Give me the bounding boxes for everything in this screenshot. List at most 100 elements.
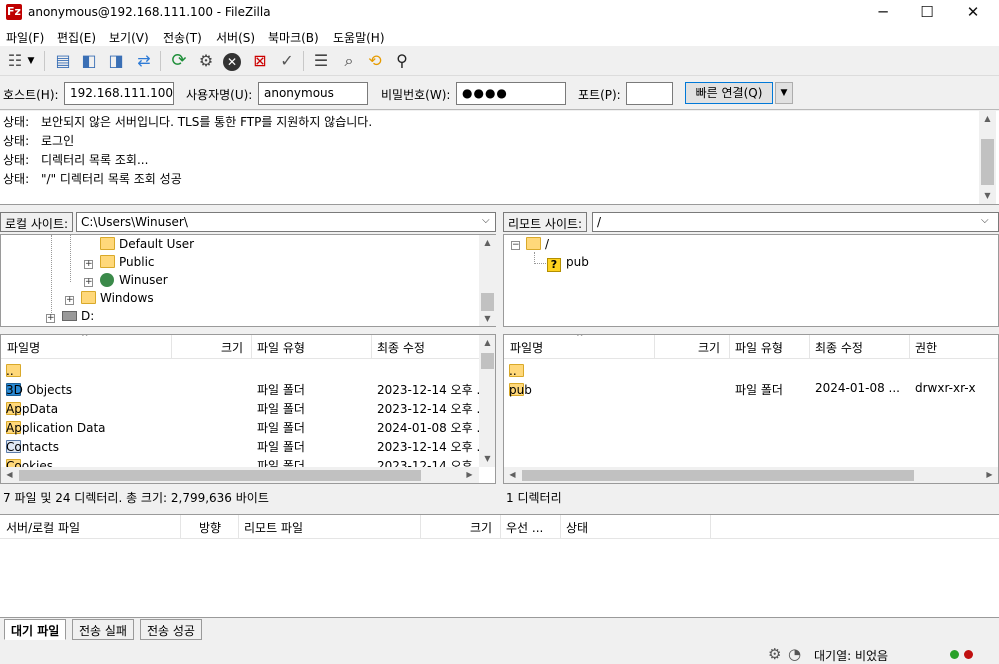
expand-icon[interactable]: + bbox=[84, 260, 93, 269]
tree-item[interactable]: Default User bbox=[100, 237, 194, 251]
column-direction[interactable]: 방향 bbox=[199, 519, 221, 536]
search-icon[interactable]: ⚲ bbox=[391, 50, 413, 72]
menu-help[interactable]: 도움말(H) bbox=[333, 29, 385, 46]
menu-server[interactable]: 서버(S) bbox=[216, 29, 255, 46]
local-list-vscrollbar[interactable]: ▲ ▼ bbox=[479, 335, 495, 467]
folder-icon bbox=[526, 237, 541, 250]
file-row[interactable]: .. bbox=[1, 360, 479, 379]
file-row[interactable]: 3D Objects 파일 폴더 2023-12-14 오후 ... bbox=[1, 379, 488, 398]
column-priority[interactable]: 우선 ... bbox=[506, 519, 543, 536]
tree-item[interactable]: Windows bbox=[81, 291, 154, 305]
scroll-down-icon[interactable]: ▼ bbox=[479, 311, 496, 327]
port-input[interactable] bbox=[626, 82, 673, 105]
column-type[interactable]: 파일 유형 bbox=[257, 339, 305, 356]
column-type[interactable]: 파일 유형 bbox=[735, 339, 783, 356]
chevron-down-icon[interactable]: ⌵ bbox=[981, 215, 989, 226]
scroll-down-icon[interactable]: ▼ bbox=[979, 188, 996, 204]
column-remote-file[interactable]: 리모트 파일 bbox=[244, 519, 303, 536]
collapse-icon[interactable]: − bbox=[511, 241, 520, 250]
minimize-button[interactable]: ─ bbox=[860, 0, 906, 26]
settings-gear-icon[interactable]: ⚙ bbox=[768, 645, 781, 663]
column-size[interactable]: 크기 bbox=[470, 519, 492, 536]
scroll-up-icon[interactable]: ▲ bbox=[479, 335, 495, 351]
scroll-right-icon[interactable]: ▶ bbox=[981, 467, 998, 483]
filter-icon[interactable]: ⚙ bbox=[195, 50, 217, 72]
maximize-button[interactable]: ☐ bbox=[904, 0, 950, 26]
scroll-left-icon[interactable]: ◀ bbox=[504, 467, 521, 483]
column-status[interactable]: 상태 bbox=[566, 519, 588, 536]
quickconnect-button[interactable]: 빠른 연결(Q) bbox=[685, 82, 773, 104]
expand-icon[interactable]: + bbox=[84, 278, 93, 287]
cancel-icon[interactable]: ✕ bbox=[221, 50, 243, 72]
local-directory-tree: Default User + Public + Winuser + Window… bbox=[0, 234, 496, 327]
column-modified[interactable]: 최종 수정 bbox=[815, 339, 863, 356]
column-size[interactable]: 크기 bbox=[698, 339, 720, 356]
directory-listing-filter-icon[interactable]: ☰ bbox=[310, 50, 332, 72]
compare-directories-icon[interactable]: ⌕ bbox=[338, 50, 360, 72]
tree-item[interactable]: ? pub bbox=[547, 255, 589, 272]
chevron-down-icon[interactable]: ⌵ bbox=[482, 215, 490, 226]
site-manager-dropdown-icon[interactable]: ▼ bbox=[24, 50, 38, 72]
menu-view[interactable]: 보기(V) bbox=[109, 29, 149, 46]
remote-directory-tree: − / ? pub bbox=[503, 234, 999, 327]
menu-edit[interactable]: 편집(E) bbox=[57, 29, 96, 46]
expand-icon[interactable]: + bbox=[65, 296, 74, 305]
log-scrollbar[interactable]: ▲ ▼ bbox=[979, 111, 996, 204]
scroll-left-icon[interactable]: ◀ bbox=[1, 467, 18, 483]
menu-file[interactable]: 파일(F) bbox=[6, 29, 44, 46]
tree-item[interactable]: Public bbox=[100, 255, 155, 269]
scroll-down-icon[interactable]: ▼ bbox=[479, 451, 495, 467]
host-input[interactable]: 192.168.111.100 bbox=[64, 82, 174, 105]
file-row[interactable]: pub 파일 폴더 2024-01-08 ... drwxr-xr-x bbox=[504, 379, 998, 398]
local-list-hscrollbar[interactable]: ◀ ▶ bbox=[1, 467, 479, 483]
column-size[interactable]: 크기 bbox=[221, 339, 243, 356]
toggle-queue-icon[interactable]: ⇄ bbox=[133, 50, 155, 72]
remote-list-hscrollbar[interactable]: ◀ ▶ bbox=[504, 467, 998, 483]
speed-limit-icon[interactable]: ◔ bbox=[788, 645, 801, 663]
local-tree-scrollbar[interactable]: ▲ ▼ bbox=[479, 235, 496, 326]
remote-site-path-input[interactable]: / bbox=[592, 212, 999, 232]
led-green-icon bbox=[950, 650, 959, 659]
file-row[interactable]: Contacts 파일 폴더 2023-12-14 오후 ... bbox=[1, 436, 488, 455]
synchronized-browsing-icon[interactable]: ⟲ bbox=[364, 50, 386, 72]
scroll-right-icon[interactable]: ▶ bbox=[461, 467, 478, 483]
folder-icon bbox=[100, 237, 115, 250]
sort-up-icon: ^ bbox=[81, 334, 89, 343]
file-row[interactable]: Application Data 파일 폴더 2024-01-08 오후 ... bbox=[1, 417, 488, 436]
tab-successful-transfers[interactable]: 전송 성공 bbox=[140, 619, 202, 640]
file-row[interactable]: .. bbox=[504, 360, 998, 379]
tree-item[interactable]: D: bbox=[62, 309, 94, 323]
disconnect-icon[interactable]: ⊠ bbox=[249, 50, 271, 72]
toggle-remote-tree-icon[interactable]: ◨ bbox=[105, 50, 127, 72]
column-permissions[interactable]: 권한 bbox=[915, 339, 937, 356]
refresh-icon[interactable]: ⟳ bbox=[168, 50, 190, 72]
password-input[interactable]: ●●●● bbox=[456, 82, 566, 105]
column-local-file[interactable]: 서버/로컬 파일 bbox=[6, 519, 80, 536]
sort-up-icon: ^ bbox=[576, 334, 584, 343]
status-bar: ⚙ ◔ 대기열: 비었음 bbox=[0, 642, 999, 664]
menu-bookmarks[interactable]: 북마크(B) bbox=[268, 29, 319, 46]
tree-item[interactable]: Winuser bbox=[100, 273, 168, 287]
menu-transfer[interactable]: 전송(T) bbox=[163, 29, 202, 46]
log-line: 상태: 로그인 bbox=[3, 134, 75, 148]
site-manager-icon[interactable]: ☷ bbox=[4, 50, 26, 72]
expand-icon[interactable]: + bbox=[46, 314, 55, 323]
file-row[interactable]: AppData 파일 폴더 2023-12-14 오후 ... bbox=[1, 398, 488, 417]
tab-queued-files[interactable]: 대기 파일 bbox=[4, 619, 67, 640]
file-row[interactable]: Cookies 파일 폴더 2023-12-14 오후 ... bbox=[1, 455, 479, 467]
column-filename[interactable]: 파일명 bbox=[7, 339, 40, 356]
toggle-local-tree-icon[interactable]: ◧ bbox=[78, 50, 100, 72]
close-button[interactable]: ✕ bbox=[950, 0, 996, 26]
drive-icon bbox=[62, 311, 77, 321]
username-input[interactable]: anonymous bbox=[258, 82, 368, 105]
column-modified[interactable]: 최종 수정 bbox=[377, 339, 425, 356]
tree-item[interactable]: / bbox=[526, 237, 549, 251]
reconnect-icon[interactable]: ✓ bbox=[276, 50, 298, 72]
quickconnect-dropdown-icon[interactable]: ▼ bbox=[775, 82, 793, 104]
scroll-up-icon[interactable]: ▲ bbox=[479, 235, 496, 251]
tab-failed-transfers[interactable]: 전송 실패 bbox=[72, 619, 134, 640]
column-filename[interactable]: 파일명 bbox=[510, 339, 543, 356]
toggle-log-icon[interactable]: ▤ bbox=[52, 50, 74, 72]
local-site-path-input[interactable]: C:\Users\Winuser\ bbox=[76, 212, 496, 232]
scroll-up-icon[interactable]: ▲ bbox=[979, 111, 996, 127]
